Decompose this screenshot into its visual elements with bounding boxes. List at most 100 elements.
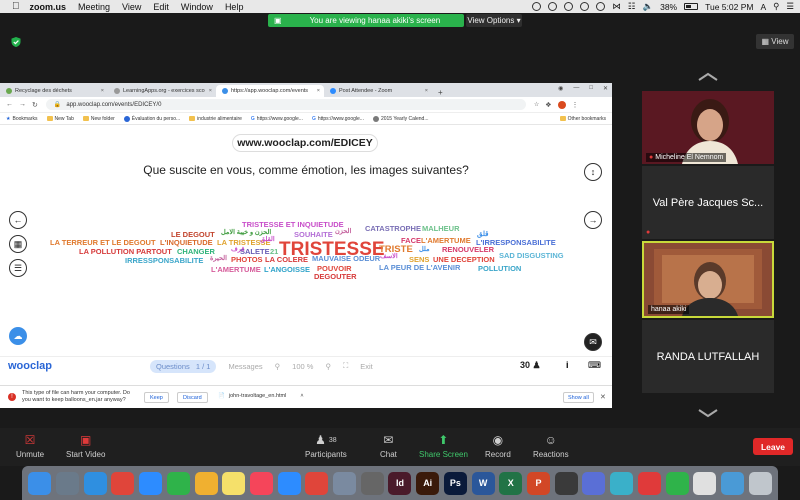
forward-arrow-icon[interactable]: →	[19, 101, 26, 108]
bookmark-item[interactable]: Ghttps://www.google...	[251, 116, 303, 122]
close-icon[interactable]: ✕	[600, 393, 606, 401]
dock-app-zoom-icon[interactable]	[139, 471, 163, 495]
record-status-icon[interactable]	[532, 2, 542, 11]
view-options-button[interactable]: View Options ▾	[466, 14, 522, 27]
downloaded-file[interactable]: 📄 john-travoltage_en.html ˄	[218, 393, 304, 399]
menu-window[interactable]: Window	[181, 2, 213, 12]
tab-close-icon[interactable]: ×	[425, 88, 428, 94]
menu-view[interactable]: View	[122, 2, 141, 12]
grid-view-icon[interactable]: ▦	[9, 235, 27, 253]
extensions-icon[interactable]: ❖	[545, 101, 551, 109]
tab-search-icon[interactable]: ◉	[558, 85, 563, 92]
battery-icon[interactable]	[684, 3, 699, 10]
bookmark-item[interactable]: 2015 Yearly Calend...	[372, 115, 429, 122]
security-shield-icon[interactable]	[10, 36, 22, 48]
show-all-button[interactable]: Show all	[563, 392, 594, 403]
dock-app-powerpoint-icon[interactable]: P	[527, 471, 550, 495]
search-icon[interactable]: ⚲	[773, 1, 779, 12]
dock-app-safari-icon[interactable]	[83, 471, 107, 495]
dock-app-anydesk-icon[interactable]	[305, 471, 329, 495]
maximize-icon[interactable]: □	[589, 85, 593, 92]
start-video-button[interactable]: ▣ Start Video	[66, 430, 105, 459]
dock-app-music-icon[interactable]	[249, 471, 273, 495]
app-menu[interactable]: zoom.us	[30, 2, 67, 12]
bookmark-star-icon[interactable]: ☆	[534, 101, 539, 108]
tab-close-icon[interactable]: ×	[209, 88, 212, 94]
minimize-icon[interactable]: —	[573, 85, 579, 92]
profile-avatar[interactable]	[557, 100, 566, 109]
menu-edit[interactable]: Edit	[153, 2, 169, 12]
back-arrow-icon[interactable]: ←	[6, 101, 13, 108]
chevron-up-icon[interactable]	[697, 72, 719, 82]
participants-button[interactable]: ♟ 38 Participants	[305, 430, 347, 459]
chevron-down-icon[interactable]	[697, 408, 719, 418]
bookmark-item[interactable]: industrie alimentaire	[189, 116, 242, 122]
discard-button[interactable]: Discard	[177, 392, 208, 403]
exit-button[interactable]: Exit	[360, 362, 373, 371]
apple-menu-icon[interactable]: 	[12, 1, 20, 12]
dock-app-facetime-icon[interactable]	[166, 471, 190, 495]
bookmark-item[interactable]: Évaluation du perso...	[123, 115, 180, 122]
dock-app-word-icon[interactable]: W	[471, 471, 495, 495]
bookmark-item[interactable]: Ghttps://www.google...	[312, 116, 364, 122]
dock-app-downloads-icon[interactable]	[720, 471, 744, 495]
name-tile[interactable]: RANDA LUTFALLAH	[642, 320, 774, 393]
reload-icon[interactable]: ↻	[32, 101, 38, 109]
previous-arrow-icon[interactable]: ←	[9, 211, 27, 229]
input-source-indicator[interactable]: A	[760, 2, 766, 12]
share-screen-button[interactable]: ⬆ Share Screen	[419, 430, 468, 459]
zoom-tray-icon[interactable]	[548, 2, 558, 11]
tab-close-icon[interactable]: ×	[101, 88, 104, 94]
name-tile[interactable]: Val Père Jacques Sc... ●	[642, 166, 774, 239]
dock-app-illustrator-icon[interactable]: Ai	[416, 471, 440, 495]
chevron-up-icon[interactable]: ˄	[300, 393, 303, 399]
dock-app-creative-cloud-icon[interactable]	[637, 471, 661, 495]
menu-clock[interactable]: Tue 5:02 PM	[705, 2, 753, 12]
battery-percent[interactable]: 38%	[660, 2, 677, 12]
bookmark-item[interactable]: ★ Bookmarks	[6, 116, 38, 122]
questions-tab[interactable]: Questions 1 / 1	[150, 359, 217, 373]
keep-button[interactable]: Keep	[144, 392, 169, 403]
browser-tab[interactable]: Recyclage des déchets ×	[0, 85, 108, 97]
dock-app-app-store-icon[interactable]	[277, 471, 301, 495]
dock-app-trash-icon[interactable]	[748, 471, 772, 495]
dock-app-photos-icon[interactable]	[194, 471, 218, 495]
next-arrow-icon[interactable]: →	[584, 211, 602, 229]
chat-button[interactable]: ✉ Chat	[380, 430, 397, 459]
tab-close-icon[interactable]: ×	[317, 88, 320, 94]
dock-app-photoshop-icon[interactable]: Ps	[443, 471, 467, 495]
dock-app-indesign-icon[interactable]: Id	[388, 471, 412, 495]
menu-help[interactable]: Help	[225, 2, 244, 12]
bookmark-item[interactable]: New Tab	[46, 116, 74, 122]
menu-meeting[interactable]: Meeting	[78, 2, 110, 12]
new-tab-button[interactable]: +	[438, 88, 443, 97]
zoom-out-icon[interactable]: ⚲	[275, 362, 281, 371]
list-view-icon[interactable]: ☰	[9, 259, 27, 277]
messages-tab[interactable]: Messages	[228, 362, 262, 371]
browser-tab-active[interactable]: https://app.wooclap.com/events ×	[216, 85, 324, 97]
dock-app-lifeline-icon[interactable]	[554, 471, 578, 495]
dock-app-finder-icon[interactable]	[28, 471, 52, 495]
dock-app-notes-icon[interactable]	[222, 471, 246, 495]
dock-app-launchpad-icon[interactable]	[56, 471, 80, 495]
cloud-tray-icon[interactable]	[596, 2, 606, 11]
eye-tray-icon[interactable]	[580, 2, 590, 11]
leave-button[interactable]: Leave	[753, 438, 793, 455]
keyboard-icon[interactable]: ⌨	[588, 360, 601, 371]
control-center-icon[interactable]: ☰	[786, 1, 794, 12]
message-icon[interactable]: ✉	[584, 333, 602, 351]
fullscreen-icon[interactable]: ⛶	[343, 361, 348, 371]
browser-menu-icon[interactable]: ⋮	[572, 101, 579, 109]
word-cloud-icon[interactable]: ☁	[9, 327, 27, 345]
dock-app-preview-icon[interactable]	[333, 471, 357, 495]
dock-app-teams-icon[interactable]	[582, 471, 606, 495]
reactions-button[interactable]: ☺ Reactions	[533, 430, 569, 459]
bluetooth-icon[interactable]: ⋈	[612, 1, 621, 12]
info-icon[interactable]: i	[566, 360, 569, 370]
dock-app-messages-icon[interactable]	[665, 471, 689, 495]
record-button[interactable]: ◉ Record	[485, 430, 511, 459]
dock-app-accessibility-icon[interactable]	[610, 471, 634, 495]
shield-tray-icon[interactable]	[564, 2, 574, 11]
zoom-in-icon[interactable]: ⚲	[325, 362, 331, 371]
browser-tab[interactable]: Post Attendee - Zoom ×	[324, 85, 432, 97]
